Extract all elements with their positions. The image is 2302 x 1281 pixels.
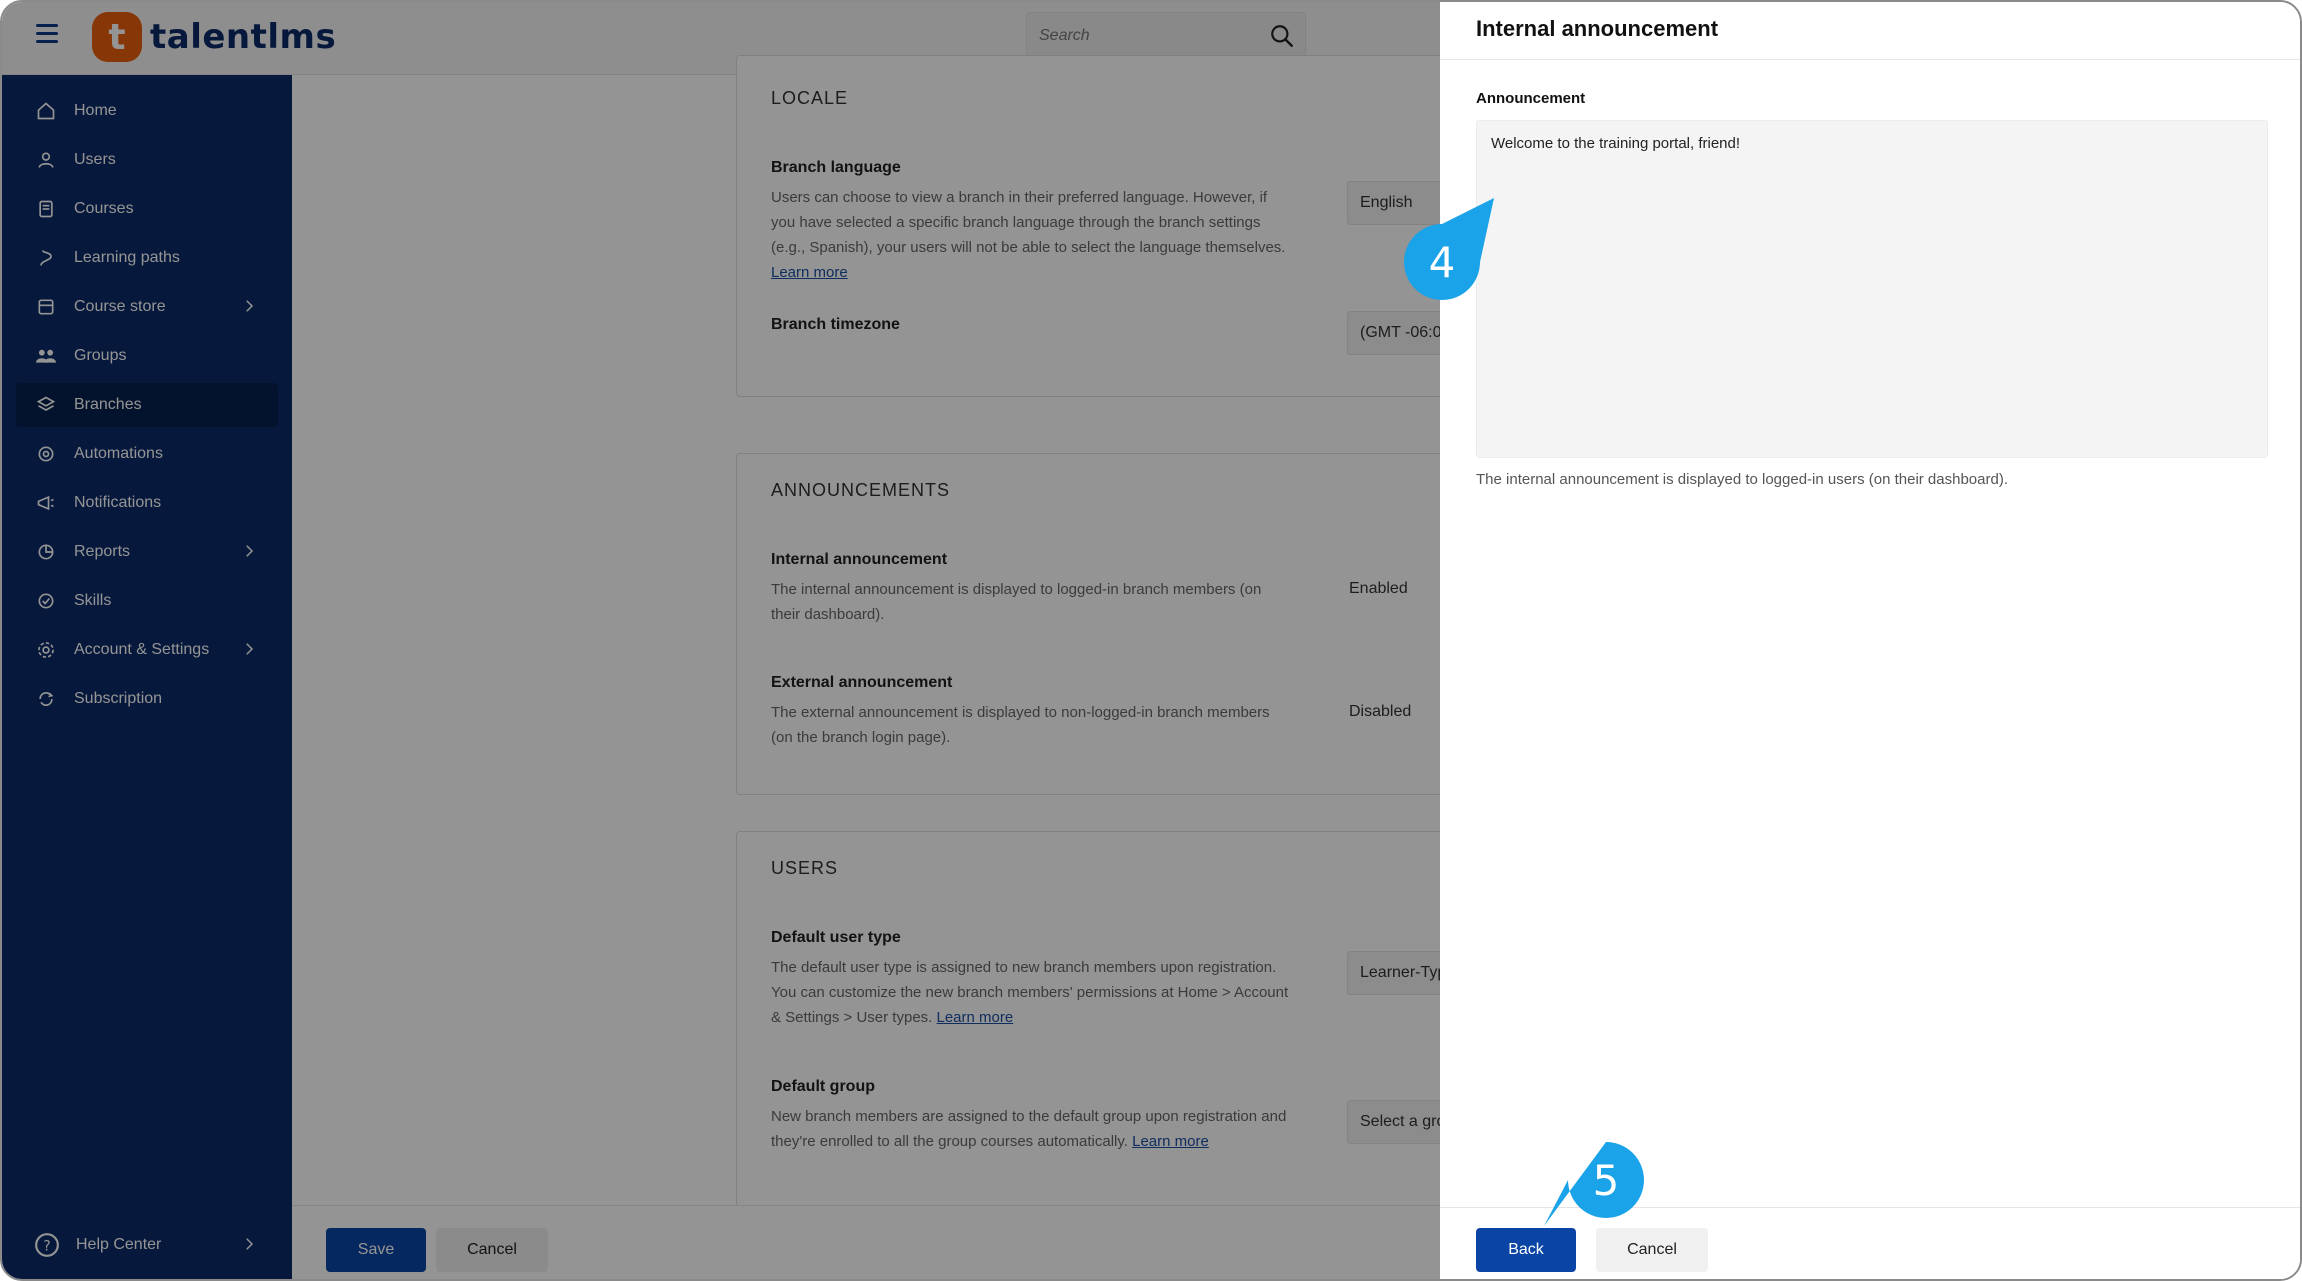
announcement-field-label: Announcement [1476,90,1586,107]
app-window: t talentlms Home Users [0,0,2302,1281]
announcement-textarea[interactable]: Welcome to the training portal, friend! [1476,120,2268,458]
drawer-title: Internal announcement [1476,16,1719,41]
announcement-help-text: The internal announcement is displayed t… [1476,471,2008,488]
modal-overlay[interactable] [2,2,1440,1279]
step-callout-4: 4 [1402,198,1494,302]
drawer-header: Internal announcement [1440,2,2300,60]
drawer-cancel-button[interactable]: Cancel [1596,1228,1708,1272]
callout-number: 4 [1428,237,1456,287]
announcement-drawer: Internal announcement Announcement Welco… [1440,2,2300,1279]
back-button[interactable]: Back [1476,1228,1576,1272]
step-callout-5: 5 [1544,1140,1646,1226]
callout-number: 5 [1592,1155,1620,1205]
